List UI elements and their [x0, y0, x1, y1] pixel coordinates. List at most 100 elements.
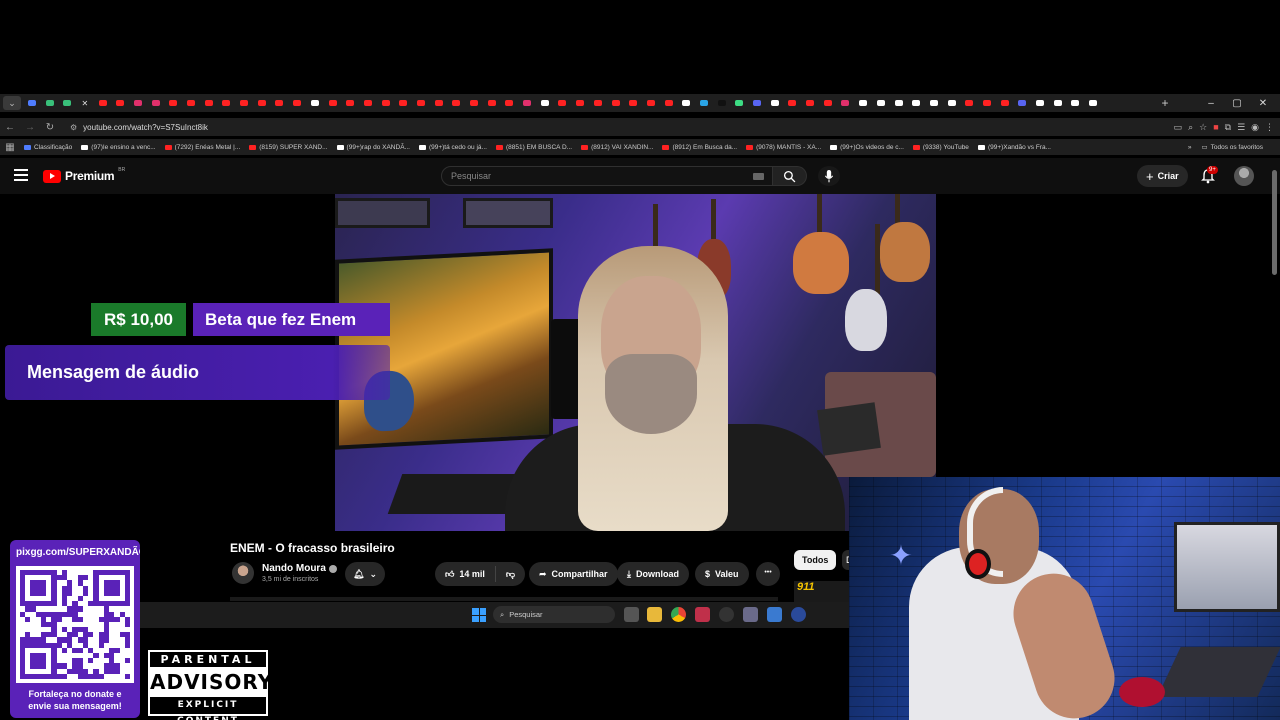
app-icon[interactable]: [719, 607, 734, 622]
video-player[interactable]: [335, 194, 936, 531]
browser-tab[interactable]: [94, 96, 112, 110]
browser-tab[interactable]: [677, 96, 695, 110]
close-window-button[interactable]: ✕: [1250, 98, 1276, 109]
browser-tab[interactable]: [448, 96, 466, 110]
browser-tab[interactable]: [341, 96, 359, 110]
zoom-icon[interactable]: ⌕: [1188, 122, 1193, 133]
browser-tab[interactable]: [218, 96, 236, 110]
steam-icon[interactable]: [695, 607, 710, 622]
bookmark-item[interactable]: (8851) EM BUSCA D...: [495, 144, 572, 151]
browser-tab[interactable]: [306, 96, 324, 110]
browser-tab[interactable]: [819, 96, 837, 110]
browser-tab[interactable]: [837, 96, 855, 110]
bookmark-item[interactable]: Classificação: [24, 144, 72, 151]
browser-tab[interactable]: [23, 96, 41, 110]
settings-icon[interactable]: [743, 607, 758, 622]
browser-tab[interactable]: [784, 96, 802, 110]
browser-tab[interactable]: [253, 96, 271, 110]
browser-tab[interactable]: [1084, 96, 1102, 110]
bookmark-item[interactable]: (99+)Xandão vs Fra...: [977, 144, 1051, 151]
forward-icon[interactable]: →: [20, 122, 40, 133]
browser-tab[interactable]: [624, 96, 642, 110]
browser-tab[interactable]: [854, 96, 872, 110]
browser-tab[interactable]: [536, 96, 554, 110]
bookmark-item[interactable]: (8912) VAI XANDIN...: [581, 144, 653, 151]
notification-settings-button[interactable]: 🔔︎ ⌄: [345, 562, 385, 586]
browser-tab[interactable]: [1031, 96, 1049, 110]
search-button[interactable]: [773, 166, 807, 186]
browser-tab[interactable]: [925, 96, 943, 110]
related-video-thumbnail[interactable]: 911: [794, 581, 850, 603]
search-input[interactable]: Pesquisar: [441, 166, 773, 186]
site-info-icon[interactable]: ⚙: [70, 123, 77, 132]
hamburger-menu-icon[interactable]: [14, 169, 28, 181]
bookmark-item[interactable]: (8159) SUPER XAND...: [249, 144, 328, 151]
browser-tab[interactable]: [518, 96, 536, 110]
browser-tab[interactable]: [978, 96, 996, 110]
all-favorites-folder[interactable]: ▭ Todos os favoritos: [1201, 143, 1263, 152]
browser-tab[interactable]: [111, 96, 129, 110]
browser-tab[interactable]: [872, 96, 890, 110]
file-explorer-icon[interactable]: [647, 607, 662, 622]
browser-tab[interactable]: [960, 96, 978, 110]
extensions-icon[interactable]: ⧉: [1225, 122, 1231, 133]
new-tab-button[interactable]: +: [1156, 96, 1174, 110]
browser-tab[interactable]: [1014, 96, 1032, 110]
bookmark-item[interactable]: (7292) Enéas Metal |...: [164, 144, 240, 151]
browser-tab[interactable]: [271, 96, 289, 110]
browser-tab[interactable]: [695, 96, 713, 110]
reload-icon[interactable]: ↻: [40, 122, 60, 133]
browser-tab[interactable]: [483, 96, 501, 110]
channel-avatar[interactable]: [232, 562, 254, 584]
thanks-button[interactable]: $ Valeu: [695, 562, 749, 586]
browser-tab[interactable]: [571, 96, 589, 110]
browser-tab[interactable]: [182, 96, 200, 110]
browser-tab[interactable]: [801, 96, 819, 110]
share-button[interactable]: ➦ Compartilhar: [529, 562, 618, 586]
url-field[interactable]: ⚙ youtube.com/watch?v=S7SuInct8ik: [66, 119, 1086, 135]
browser-tab[interactable]: [943, 96, 961, 110]
browser-tab[interactable]: [200, 96, 218, 110]
dislike-button[interactable]: 👎︎: [496, 569, 525, 580]
keyboard-icon[interactable]: [753, 173, 764, 180]
apps-icon[interactable]: ▦: [0, 142, 20, 153]
bookmark-item[interactable]: (9338) YouTube: [912, 144, 969, 151]
browser-tab[interactable]: [324, 96, 342, 110]
browser-tab[interactable]: [129, 96, 147, 110]
browser-tab[interactable]: [377, 96, 395, 110]
sound-icon[interactable]: ■: [1213, 122, 1218, 133]
browser-tab[interactable]: [907, 96, 925, 110]
maximize-button[interactable]: ▢: [1224, 98, 1250, 109]
app-icon[interactable]: [767, 607, 782, 622]
browser-tab[interactable]: [1067, 96, 1085, 110]
chip-all[interactable]: Todos: [794, 550, 837, 570]
browser-tab[interactable]: [147, 96, 165, 110]
voice-search-button[interactable]: [818, 166, 840, 186]
bookmark-item[interactable]: (97)Ie ensino a venc...: [81, 144, 156, 151]
browser-tab[interactable]: [642, 96, 660, 110]
like-button[interactable]: 👍︎ 14 mil: [435, 566, 496, 582]
browser-tab[interactable]: [713, 96, 731, 110]
taskbar-search[interactable]: ⌕ Pesquisar: [493, 606, 615, 623]
browser-tab[interactable]: [501, 96, 519, 110]
browser-tab[interactable]: [589, 96, 607, 110]
browser-tab[interactable]: [359, 96, 377, 110]
browser-tab[interactable]: [660, 96, 678, 110]
download-button[interactable]: ⤓ Download: [617, 562, 689, 586]
bookmark-item[interactable]: (99+)rap do XANDÃ...: [336, 144, 410, 151]
minimize-button[interactable]: –: [1198, 98, 1224, 109]
browser-tab[interactable]: [58, 96, 76, 110]
browser-tab[interactable]: [412, 96, 430, 110]
bookmarks-more-button[interactable]: »: [1188, 144, 1192, 151]
bookmark-item[interactable]: (99+)tá cedo ou já...: [418, 144, 487, 151]
menu-icon[interactable]: ⋮: [1265, 122, 1274, 133]
task-view-icon[interactable]: [624, 607, 639, 622]
browser-tab[interactable]: [554, 96, 572, 110]
browser-tab[interactable]: [165, 96, 183, 110]
cast-icon[interactable]: ▭: [1174, 122, 1183, 133]
create-button[interactable]: + Criar: [1137, 165, 1188, 187]
profile-icon[interactable]: ◉: [1251, 122, 1259, 133]
browser-tab[interactable]: [235, 96, 253, 110]
youtube-logo[interactable]: Premium BR: [43, 167, 125, 183]
browser-tab[interactable]: [766, 96, 784, 110]
